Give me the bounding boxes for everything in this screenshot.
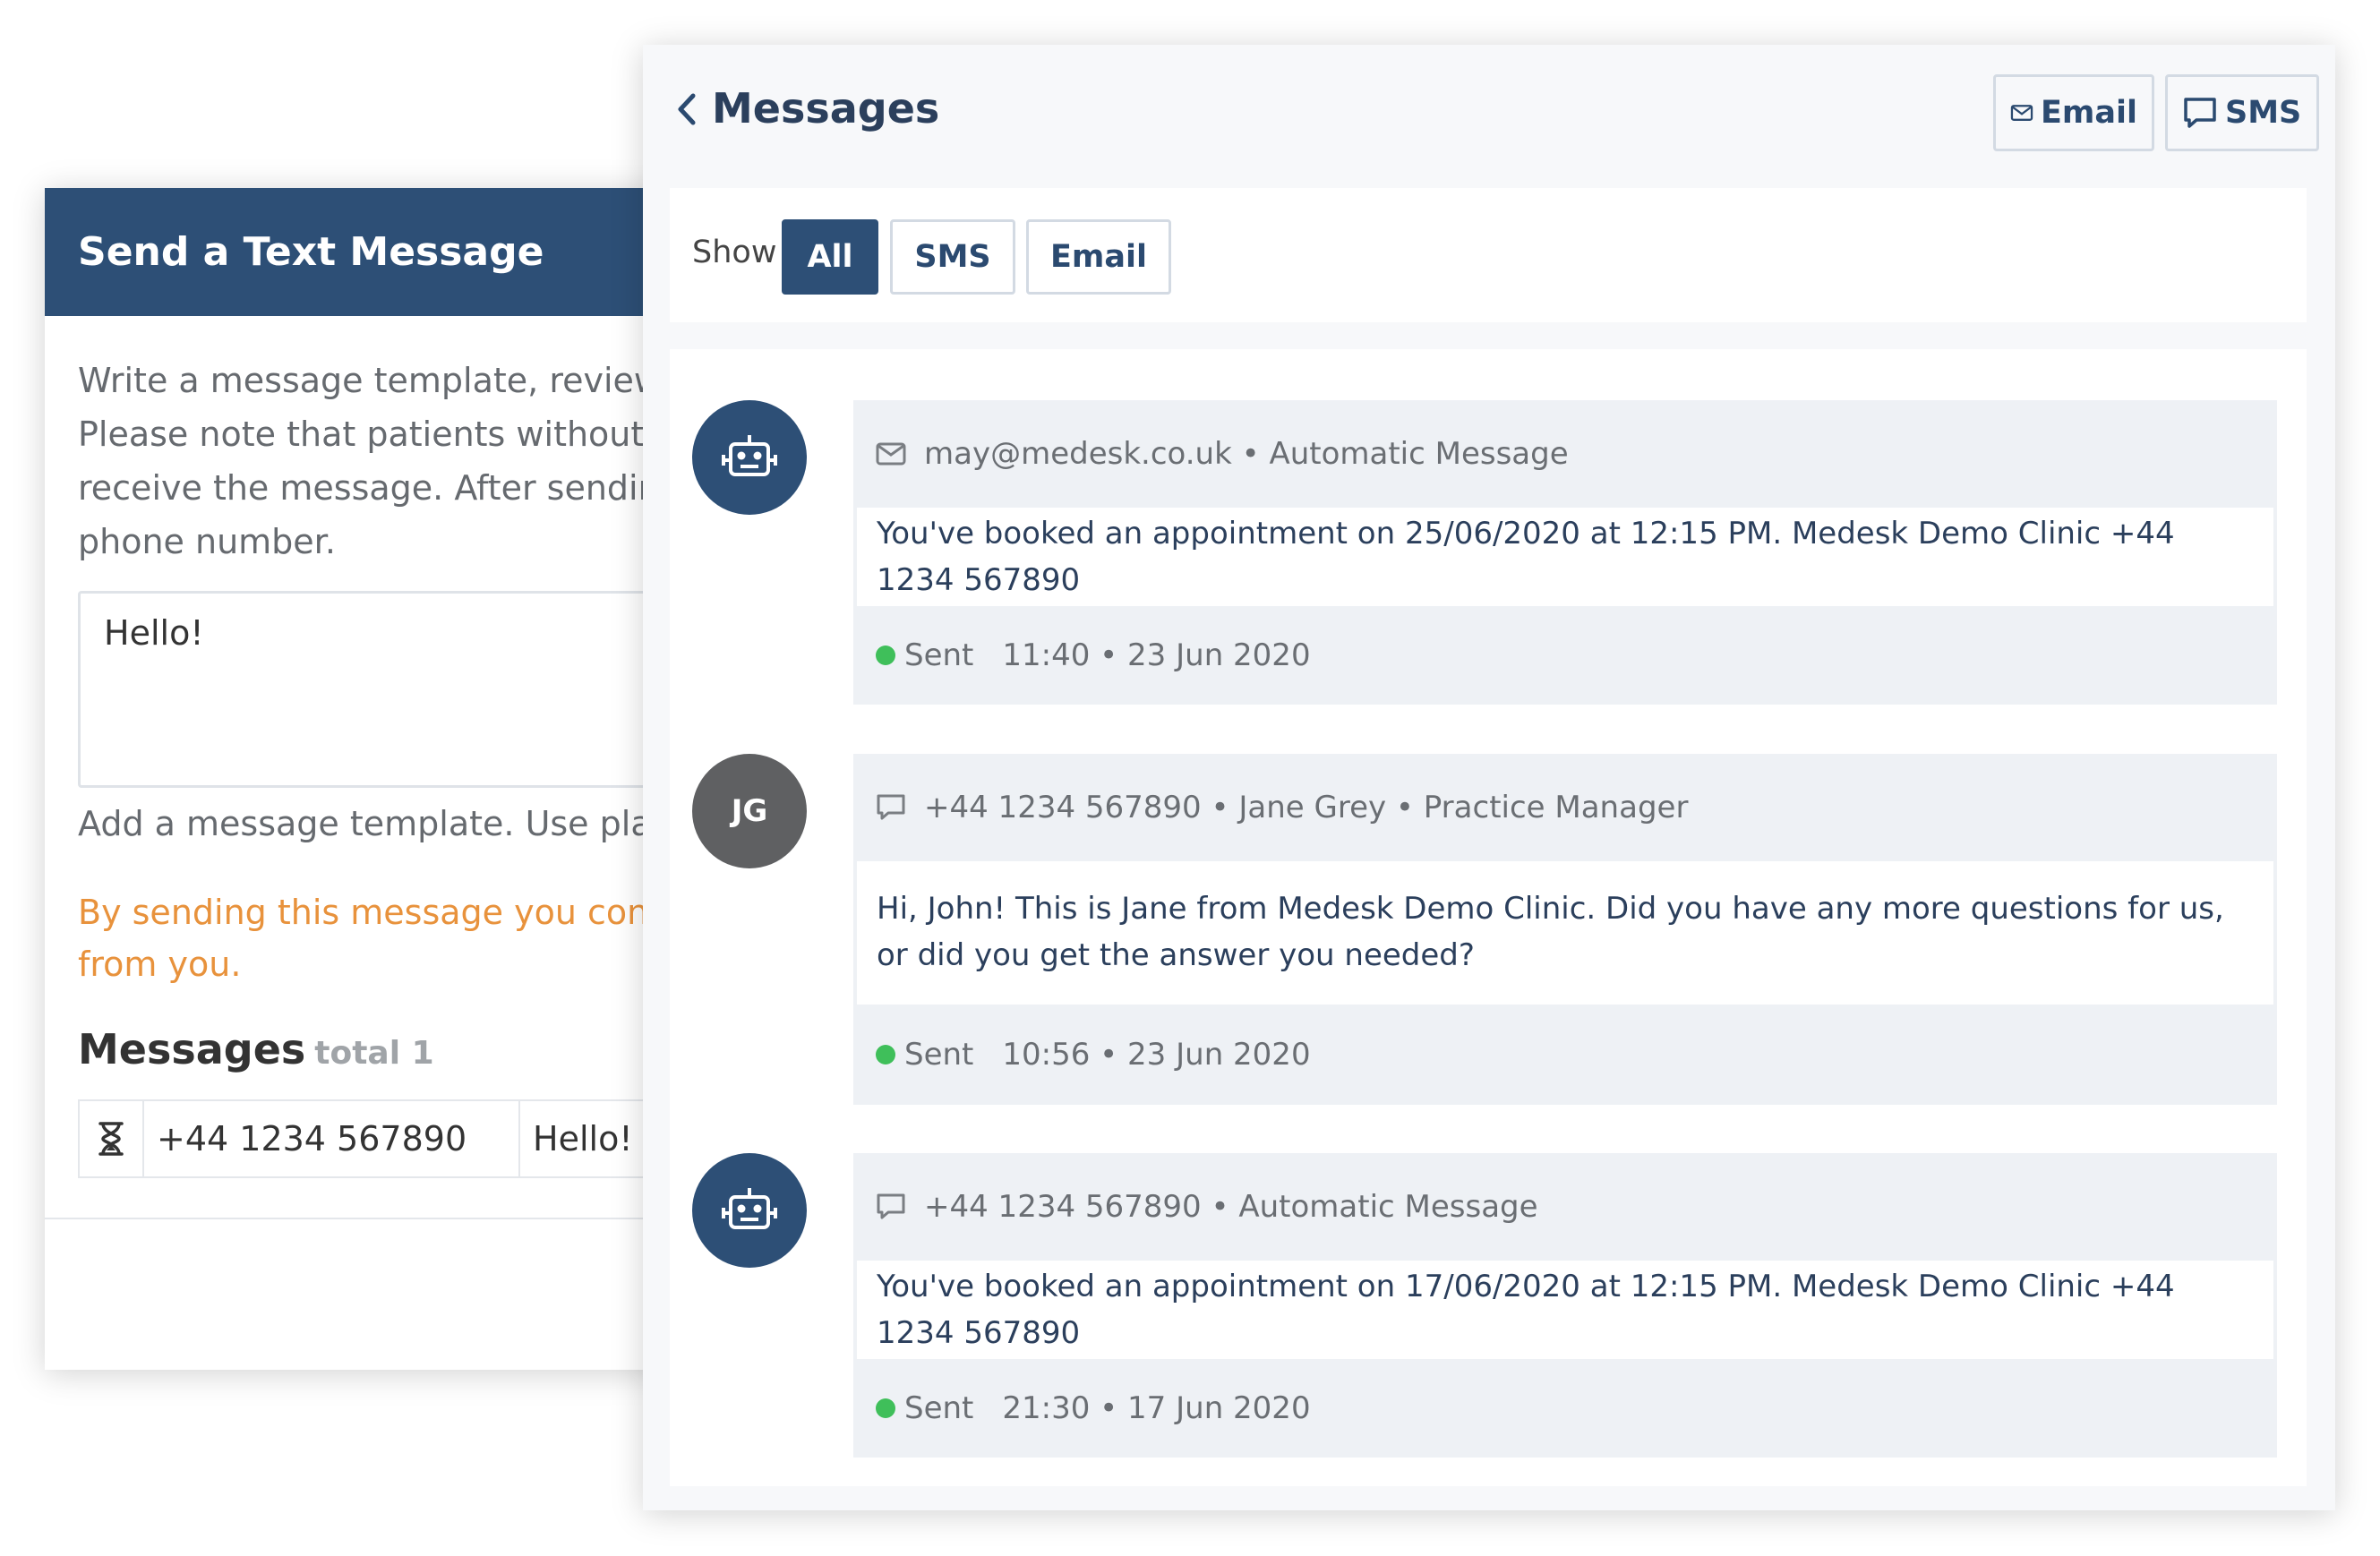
message-status: Sent 21:30 • 17 Jun 2020 — [876, 1359, 1311, 1458]
description-line: Write a message template, review t — [78, 361, 686, 400]
sms-button-label: SMS — [2225, 95, 2302, 131]
message-status: Sent 10:56 • 23 Jun 2020 — [876, 1005, 1311, 1105]
new-sms-button[interactable]: SMS — [2165, 74, 2319, 151]
dialog-title: Send a Text Message — [45, 188, 707, 316]
chat-bubble-icon — [877, 1193, 905, 1219]
avatar: JG — [692, 754, 807, 868]
message-filter: Show All SMS Email — [670, 188, 2307, 322]
description-line: phone number. — [78, 522, 336, 561]
status-dot — [876, 1398, 895, 1418]
message-card[interactable]: +44 1234 567890 • Automatic Message You'… — [853, 1153, 2277, 1458]
messages-header: Messages Email SMS — [643, 45, 2335, 179]
divider — [45, 1218, 707, 1219]
recipient-phone: +44 1234 567890 — [144, 1101, 520, 1176]
chat-bubble-icon — [877, 794, 905, 820]
warning-line: from you. — [78, 945, 242, 984]
hourglass-icon — [80, 1101, 144, 1176]
new-email-button[interactable]: Email — [1993, 74, 2154, 151]
filter-all-button[interactable]: All — [782, 219, 878, 295]
filter-label: Show — [692, 235, 777, 270]
template-hint: Add a message template. Use place — [78, 804, 691, 843]
page-title: Messages — [712, 84, 940, 133]
description-line: Please note that patients without m — [78, 415, 689, 454]
status-text: Sent — [904, 637, 974, 673]
status-text: Sent — [904, 1037, 974, 1073]
message-text: Hi, John! This is Jane from Medesk Demo … — [877, 891, 2224, 973]
message-timestamp: 11:40 • 23 Jun 2020 — [1002, 637, 1311, 673]
message-status: Sent 11:40 • 23 Jun 2020 — [876, 606, 1311, 705]
message-text: You've booked an appointment on 17/06/20… — [877, 1269, 2175, 1351]
message-body: You've booked an appointment on 17/06/20… — [857, 1261, 2273, 1359]
message-meta-text: +44 1234 567890 • Jane Grey • Practice M… — [924, 790, 1689, 825]
message-timestamp: 21:30 • 17 Jun 2020 — [1002, 1390, 1311, 1426]
chat-bubble-icon — [2184, 98, 2216, 128]
messages-total: total 1 — [314, 1035, 434, 1072]
send-text-message-dialog: Send a Text Message Write a message temp… — [45, 188, 707, 1370]
message-body: Hi, John! This is Jane from Medesk Demo … — [857, 861, 2273, 1005]
status-text: Sent — [904, 1390, 974, 1426]
robot-icon — [692, 400, 807, 515]
warning-line: By sending this message you confir — [78, 893, 684, 932]
filter-sms-button[interactable]: SMS — [890, 219, 1015, 295]
message-text: You've booked an appointment on 25/06/20… — [877, 516, 2175, 598]
message-meta: may@medesk.co.uk • Automatic Message — [876, 400, 1569, 508]
envelope-icon — [876, 442, 906, 466]
message-timestamp: 10:56 • 23 Jun 2020 — [1002, 1037, 1311, 1073]
filter-email-button[interactable]: Email — [1026, 219, 1171, 295]
chevron-left-icon[interactable] — [673, 91, 700, 127]
message-list: may@medesk.co.uk • Automatic Message You… — [670, 349, 2307, 1486]
message-card[interactable]: +44 1234 567890 • Jane Grey • Practice M… — [853, 754, 2277, 1105]
message-card[interactable]: may@medesk.co.uk • Automatic Message You… — [853, 400, 2277, 705]
message-preview: Hello! — [533, 1119, 633, 1158]
message-meta: +44 1234 567890 • Jane Grey • Practice M… — [876, 754, 1688, 861]
messages-heading: Messages total 1 — [78, 1025, 434, 1073]
status-dot — [876, 645, 895, 665]
robot-icon — [692, 1153, 807, 1268]
messages-heading-label: Messages — [78, 1025, 306, 1073]
messages-panel: Messages Email SMS Show All SMS Email ma… — [643, 45, 2335, 1510]
dialog-description: Write a message template, review t Pleas… — [78, 354, 707, 569]
consent-warning: By sending this message you confir from … — [78, 886, 707, 990]
email-button-label: Email — [2041, 95, 2137, 131]
table-row[interactable]: +44 1234 567890 Hello! — [78, 1099, 707, 1178]
description-line: receive the message. After sending — [78, 468, 681, 508]
message-textarea[interactable]: Hello! — [78, 591, 707, 788]
envelope-icon — [2010, 105, 2033, 121]
message-meta-text: may@medesk.co.uk • Automatic Message — [924, 436, 1569, 472]
message-meta: +44 1234 567890 • Automatic Message — [876, 1153, 1538, 1261]
status-dot — [876, 1045, 895, 1064]
message-body: You've booked an appointment on 25/06/20… — [857, 508, 2273, 606]
message-meta-text: +44 1234 567890 • Automatic Message — [924, 1189, 1538, 1225]
